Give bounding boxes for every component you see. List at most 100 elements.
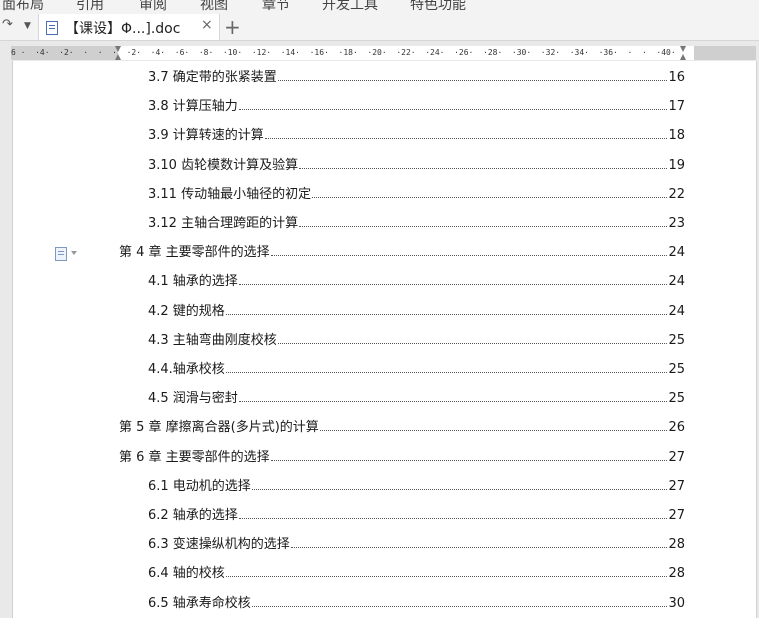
toc-entry[interactable]: 3.7 确定带的张紧装置 16 (148, 65, 685, 85)
menu-bar: 面布局 引用 审阅 视图 章节 开发工具 特色功能 (0, 0, 759, 14)
toc-leader-dots (225, 576, 668, 577)
toc-entry-title: 3.9 计算转速的计算 (148, 128, 264, 143)
toc-entry[interactable]: 第 4 章 主要零部件的选择 24 (119, 240, 685, 260)
toc-leader-dots (312, 197, 668, 198)
toc-leader-dots (238, 401, 668, 402)
toc-entry[interactable]: 3.12 主轴合理跨距的计算 23 (148, 211, 685, 231)
toc-entry[interactable]: 6.4 轴的校核 28 (148, 561, 685, 581)
toc-entry-title: 6.1 电动机的选择 (148, 479, 251, 494)
toc-entry-title: 6.2 轴承的选择 (148, 508, 238, 523)
toc-entry[interactable]: 6.5 轴承寿命校核 30 (148, 591, 685, 611)
paragraph-icon (55, 247, 67, 261)
close-tab-icon[interactable]: × (201, 17, 213, 33)
toc-leader-dots (299, 226, 668, 227)
toc-entry-page-number: 28 (668, 537, 685, 552)
toc-entry-page-number: 25 (668, 391, 685, 406)
toc-entry[interactable]: 4.2 键的规格 24 (148, 299, 685, 319)
toc-entry-title: 4.1 轴承的选择 (148, 274, 238, 289)
toc-entry-page-number: 25 (668, 362, 685, 377)
toc-entry[interactable]: 第 6 章 主要零部件的选择 27 (119, 445, 685, 465)
ruler-scale: 6 · ·4· ·2· · · · ·2· ·4· ·6· ·8· ·10· ·… (11, 48, 676, 57)
toc-entry-title: 3.8 计算压轴力 (148, 99, 238, 114)
toc-entry-page-number: 24 (668, 304, 685, 319)
document-icon (46, 21, 58, 35)
toc-leader-dots (238, 109, 668, 110)
toc-leader-dots (270, 460, 668, 461)
toc-entry[interactable]: 第 5 章 摩擦离合器(多片式)的计算 26 (119, 415, 685, 435)
toc-leader-dots (299, 168, 668, 169)
toc-entry-page-number: 16 (668, 70, 685, 85)
toc-entry[interactable]: 4.1 轴承的选择 24 (148, 269, 685, 289)
toc-entry-page-number: 19 (668, 158, 685, 173)
toc-leader-dots (290, 547, 668, 548)
toc-leader-dots (270, 255, 668, 256)
toc-entry-title: 3.10 齿轮模数计算及验算 (148, 158, 299, 173)
toc-entry[interactable]: 4.3 主轴弯曲刚度校核 25 (148, 328, 685, 348)
menu-item-references[interactable]: 引用 (76, 0, 104, 14)
toc-entry-title: 6.4 轴的校核 (148, 566, 225, 581)
left-indent-marker[interactable] (115, 46, 122, 60)
toc-entry-title: 6.5 轴承寿命校核 (148, 596, 251, 611)
toc-entry-title: 4.3 主轴弯曲刚度校核 (148, 333, 277, 348)
toc-entry[interactable]: 3.9 计算转速的计算 18 (148, 123, 685, 143)
toc-entry-page-number: 28 (668, 566, 685, 581)
toc-leader-dots (264, 138, 668, 139)
toc-leader-dots (277, 343, 668, 344)
toc-entry-title: 6.3 变速操纵机构的选择 (148, 537, 290, 552)
paragraph-layout-icon[interactable] (55, 247, 85, 261)
toc-entry-page-number: 30 (668, 596, 685, 611)
toc-entry[interactable]: 3.10 齿轮模数计算及验算 19 (148, 153, 685, 173)
right-indent-marker[interactable] (680, 46, 687, 60)
toc-entry-page-number: 27 (668, 450, 685, 465)
toc-entry-page-number: 27 (668, 508, 685, 523)
toc-entry-title: 4.4.轴承校核 (148, 362, 225, 377)
document-page[interactable]: 3.7 确定带的张紧装置 16 3.8 计算压轴力 17 3.9 计算转速的计算 18 3.… (12, 61, 757, 618)
redo-arrow-icon[interactable]: ↷ (2, 17, 13, 32)
toc-entry-page-number: 27 (668, 479, 685, 494)
toc-entry-page-number: 18 (668, 128, 685, 143)
toc-entry-title: 3.12 主轴合理跨距的计算 (148, 216, 299, 231)
menu-item-view[interactable]: 视图 (200, 0, 228, 14)
document-tab-title: 【课设】Φ...].doc (65, 21, 181, 37)
toc-entry-title: 4.2 键的规格 (148, 304, 225, 319)
document-tab[interactable]: 【课设】Φ...].doc × (38, 14, 220, 40)
toc-entry[interactable]: 6.1 电动机的选择 27 (148, 474, 685, 494)
toc-entry-title: 第 6 章 主要零部件的选择 (119, 450, 270, 465)
menu-item-developer[interactable]: 开发工具 (322, 0, 378, 14)
toc-entry[interactable]: 3.11 传动轴最小轴径的初定 22 (148, 182, 685, 202)
toc-entry-title: 3.7 确定带的张紧装置 (148, 70, 277, 85)
toc-entry-page-number: 23 (668, 216, 685, 231)
toc-leader-dots (225, 372, 668, 373)
new-tab-icon[interactable]: + (224, 15, 241, 39)
toc-entry-title: 4.5 润滑与密封 (148, 391, 238, 406)
toc-leader-dots (251, 489, 668, 490)
toc-leader-dots (225, 314, 668, 315)
menu-item-review[interactable]: 审阅 (139, 0, 167, 14)
toc-entry-title: 第 4 章 主要零部件的选择 (119, 245, 270, 260)
toc-leader-dots (251, 606, 668, 607)
toc-leader-dots (319, 430, 668, 431)
document-tab-bar: ↷ ▼ 【课设】Φ...].doc × + (0, 14, 759, 41)
toc-entry-title: 3.11 传动轴最小轴径的初定 (148, 187, 312, 202)
horizontal-ruler[interactable]: 6 · ·4· ·2· · · · ·2· ·4· ·6· ·8· ·10· ·… (11, 46, 756, 60)
menu-item-special-features[interactable]: 特色功能 (410, 0, 466, 14)
toc-entry-title: 第 5 章 摩擦离合器(多片式)的计算 (119, 420, 319, 435)
toc-leader-dots (238, 284, 668, 285)
toc-entry[interactable]: 6.3 变速操纵机构的选择 28 (148, 532, 685, 552)
toc-entry-page-number: 26 (668, 420, 685, 435)
toc-entry-page-number: 17 (668, 99, 685, 114)
toc-entry-page-number: 22 (668, 187, 685, 202)
menu-item-page-layout[interactable]: 面布局 (2, 0, 44, 14)
toc-entry[interactable]: 4.5 润滑与密封 25 (148, 386, 685, 406)
toc-entry-page-number: 25 (668, 333, 685, 348)
toc-entry[interactable]: 6.2 轴承的选择 27 (148, 503, 685, 523)
toc-entry[interactable]: 4.4.轴承校核 25 (148, 357, 685, 377)
toc-leader-dots (238, 518, 668, 519)
menu-item-section[interactable]: 章节 (262, 0, 290, 14)
toc-leader-dots (277, 80, 668, 81)
toc-entry[interactable]: 3.8 计算压轴力 17 (148, 94, 685, 114)
toc-entry-page-number: 24 (668, 245, 685, 260)
dropdown-caret-icon[interactable]: ▼ (24, 21, 31, 31)
chevron-down-icon (71, 251, 77, 255)
toc-entry-page-number: 24 (668, 274, 685, 289)
